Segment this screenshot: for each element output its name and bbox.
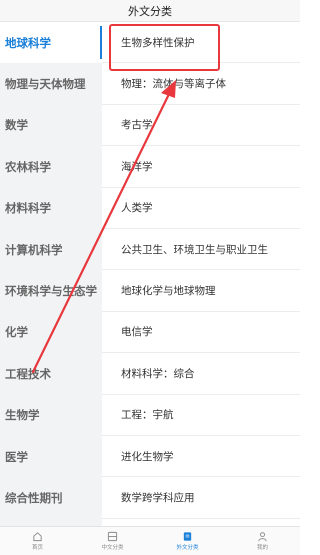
sidebar-item-mathematics[interactable]: 数学 (0, 105, 102, 146)
list-item[interactable]: 材料科学：综合 (102, 353, 300, 395)
sidebar-item-chemistry[interactable]: 化学 (0, 312, 102, 353)
tab-label: 中文分类 (101, 545, 124, 551)
list-item[interactable]: 工程：宇航 (102, 395, 300, 436)
list-item[interactable]: 物理：流体与等离子体 (102, 63, 300, 105)
subcategory-list: 生物多样性保护 物理：流体与等离子体 考古学 海洋学 人类学 公共卫生、环境卫生… (102, 22, 300, 526)
list-item[interactable]: 进化生物学 (102, 436, 300, 478)
list-item[interactable]: 生物多样性保护 (102, 22, 300, 64)
tab-label: 我的 (256, 545, 268, 551)
book-icon (183, 532, 192, 541)
tab-home[interactable]: 首页 (8, 531, 68, 551)
page-title: 外文分类 (128, 4, 172, 18)
grid-icon (107, 531, 118, 542)
home-icon (33, 532, 42, 542)
tab-label: 首页 (31, 545, 43, 551)
category-sidebar: 地球科学 物理与天体物理 数学 农林科学 材料科学 计算机科学 环境科学与生态学… (0, 22, 102, 526)
sidebar-item-biology[interactable]: 生物学 (0, 395, 102, 436)
tab-label: 外文分类 (176, 545, 199, 551)
list-item[interactable]: 海洋学 (102, 146, 300, 188)
tab-foreign-category[interactable]: 外文分类 (158, 531, 218, 551)
sidebar-item-materials-science[interactable]: 材料科学 (0, 188, 102, 229)
tab-profile[interactable]: 我的 (233, 531, 293, 551)
tab-chinese-category[interactable]: 中文分类 (83, 531, 143, 551)
bottom-tab-bar: 首页 中文分类 外文分类 我的 (0, 526, 300, 555)
list-item[interactable]: 电信学 (102, 312, 300, 354)
list-item[interactable]: 人类学 (102, 188, 300, 229)
sidebar-item-multidisciplinary[interactable]: 综合性期刊 (0, 477, 102, 518)
sidebar-item-earth-science[interactable]: 地球科学 (0, 22, 102, 64)
sidebar-item-environment-ecology[interactable]: 环境科学与生态学 (0, 270, 102, 311)
list-item[interactable]: 地球化学与地球物理 (102, 270, 300, 312)
list-item[interactable]: 考古学 (102, 105, 300, 147)
sidebar-item-medicine[interactable]: 医学 (0, 436, 102, 477)
sidebar-item-agriculture-forestry[interactable]: 农林科学 (0, 146, 102, 187)
sidebar-item-engineering[interactable]: 工程技术 (0, 353, 102, 394)
header-bar: 外文分类 (0, 0, 300, 22)
list-item[interactable]: 数学跨学科应用 (102, 477, 300, 519)
user-icon (258, 532, 267, 542)
sidebar-item-physics-astrophysics[interactable]: 物理与天体物理 (0, 63, 102, 104)
sidebar-item-computer-science[interactable]: 计算机科学 (0, 229, 102, 270)
list-item[interactable]: 公共卫生、环境卫生与职业卫生 (102, 229, 300, 271)
